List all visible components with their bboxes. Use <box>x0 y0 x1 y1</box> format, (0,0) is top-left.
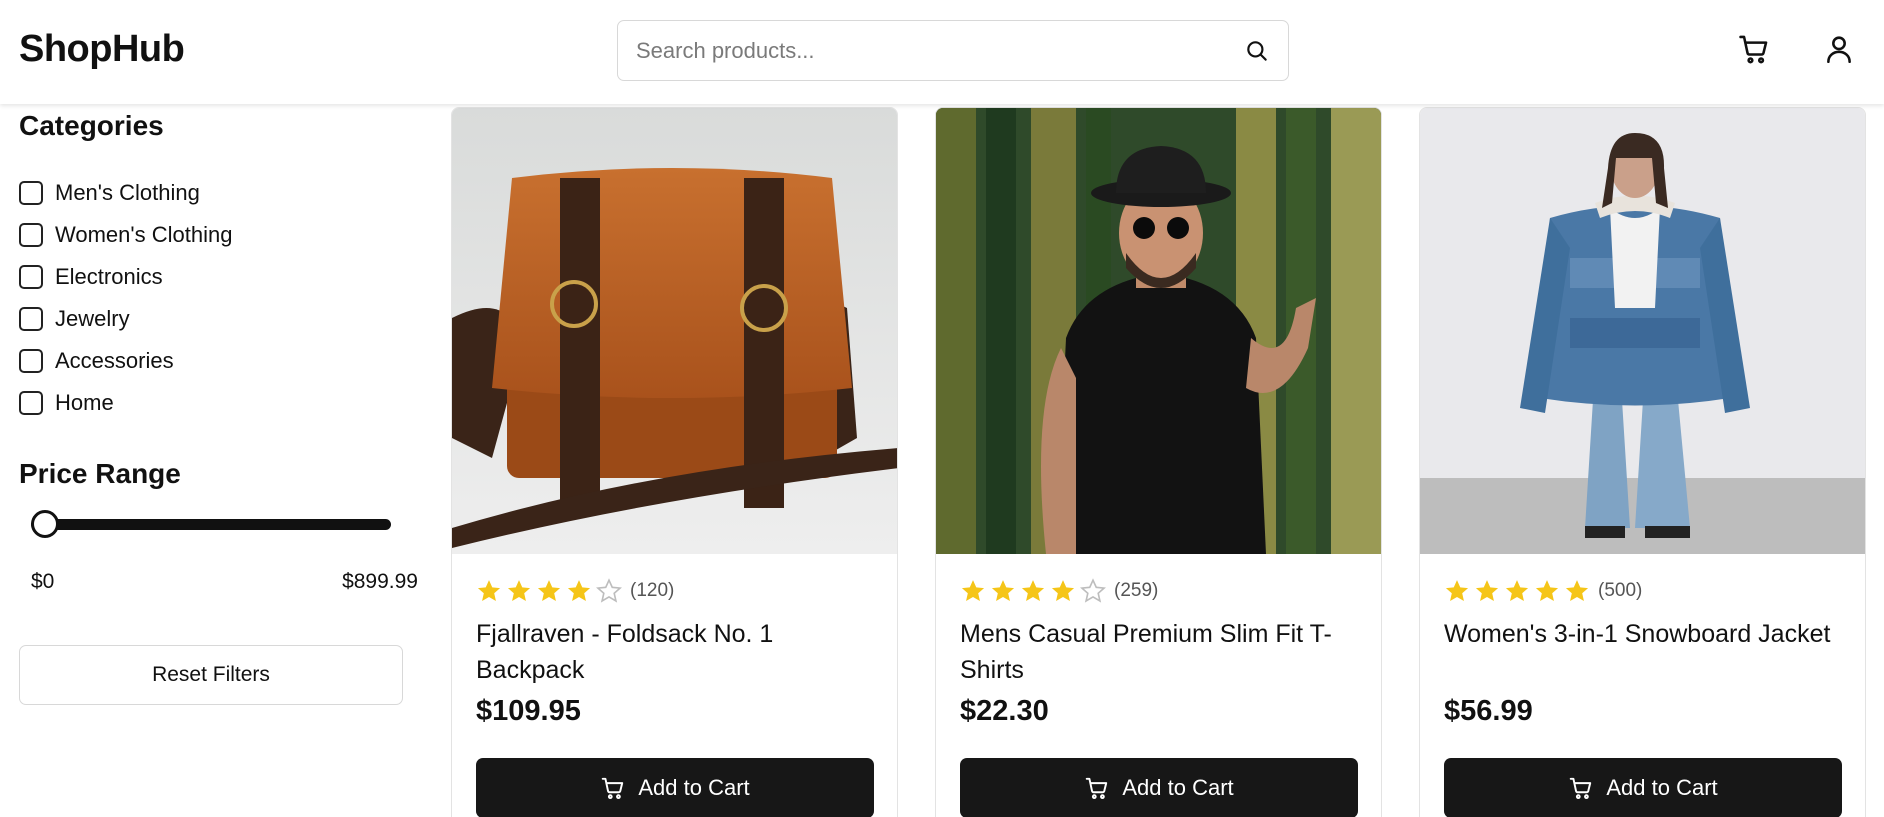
top-header: ShopHub <box>0 0 1884 104</box>
price-range-slider[interactable] <box>31 510 391 538</box>
category-label: Home <box>55 390 114 415</box>
category-electronics[interactable]: Electronics <box>19 256 232 298</box>
user-icon[interactable] <box>1822 32 1856 66</box>
star-empty-icon <box>596 578 622 603</box>
star-icon <box>1505 580 1529 601</box>
category-mens-clothing[interactable]: Men's Clothing <box>19 172 232 214</box>
product-card[interactable]: (259) Mens Casual Premium Slim Fit T-Shi… <box>935 107 1382 817</box>
star-icon <box>507 580 531 601</box>
product-price: $56.99 <box>1444 695 1533 727</box>
product-image[interactable] <box>1420 108 1865 554</box>
product-price: $22.30 <box>960 695 1049 727</box>
star-icon <box>1475 580 1499 601</box>
add-to-cart-label: Add to Cart <box>1122 775 1234 800</box>
cart-icon[interactable] <box>1737 32 1771 66</box>
categories-heading: Categories <box>19 110 164 141</box>
product-card[interactable]: (500) Women's 3-in-1 Snowboard Jacket $5… <box>1419 107 1866 817</box>
category-label: Electronics <box>55 264 163 289</box>
star-icon <box>991 580 1015 601</box>
star-icon <box>477 580 501 601</box>
cart-icon <box>602 777 624 800</box>
product-image[interactable] <box>936 108 1381 554</box>
star-icon <box>1535 580 1559 601</box>
add-to-cart-button[interactable]: Add to Cart <box>1444 758 1842 817</box>
add-to-cart-button[interactable]: Add to Cart <box>476 758 874 817</box>
category-checkbox[interactable] <box>19 391 43 415</box>
category-checkbox[interactable] <box>19 265 43 289</box>
category-jewelry[interactable]: Jewelry <box>19 298 232 340</box>
star-icon <box>1565 580 1589 601</box>
category-label: Jewelry <box>55 306 130 331</box>
cart-icon <box>1086 777 1108 800</box>
search-bar[interactable] <box>617 20 1289 81</box>
category-accessories[interactable]: Accessories <box>19 340 232 382</box>
search-icon[interactable] <box>1244 38 1270 64</box>
site-logo[interactable]: ShopHub <box>19 28 185 71</box>
product-title[interactable]: Fjallraven - Foldsack No. 1 Backpack <box>476 616 876 688</box>
product-rating: (120) <box>476 578 674 604</box>
category-checkbox[interactable] <box>19 223 43 247</box>
category-home[interactable]: Home <box>19 382 232 424</box>
product-price: $109.95 <box>476 695 581 727</box>
product-rating: (500) <box>1444 578 1642 604</box>
category-list: Men's Clothing Women's Clothing Electron… <box>19 172 232 424</box>
review-count: (259) <box>1114 580 1159 601</box>
category-checkbox[interactable] <box>19 307 43 331</box>
product-image[interactable] <box>452 108 897 554</box>
slider-thumb[interactable] <box>31 510 59 538</box>
star-empty-icon <box>1080 578 1106 603</box>
category-label: Men's Clothing <box>55 180 200 205</box>
price-range-heading: Price Range <box>19 458 181 489</box>
star-icon <box>961 580 985 601</box>
slider-track[interactable] <box>31 519 391 530</box>
add-to-cart-label: Add to Cart <box>638 775 750 800</box>
category-label: Accessories <box>55 348 174 373</box>
add-to-cart-label: Add to Cart <box>1606 775 1718 800</box>
star-icon <box>537 580 561 601</box>
product-rating: (259) <box>960 578 1158 604</box>
star-icon <box>1445 580 1469 601</box>
product-title[interactable]: Women's 3-in-1 Snowboard Jacket <box>1444 616 1844 652</box>
price-min-label: $0 <box>31 570 55 593</box>
category-checkbox[interactable] <box>19 349 43 373</box>
star-icon <box>1021 580 1045 601</box>
cart-icon <box>1570 777 1592 800</box>
reset-filters-button[interactable]: Reset Filters <box>19 645 403 705</box>
review-count: (500) <box>1598 580 1643 601</box>
product-card[interactable]: (120) Fjallraven - Foldsack No. 1 Backpa… <box>451 107 898 817</box>
product-title[interactable]: Mens Casual Premium Slim Fit T-Shirts <box>960 616 1360 688</box>
category-label: Women's Clothing <box>55 222 233 247</box>
star-icon <box>1051 580 1075 601</box>
category-womens-clothing[interactable]: Women's Clothing <box>19 214 232 256</box>
search-input[interactable] <box>618 21 1218 80</box>
category-checkbox[interactable] <box>19 181 43 205</box>
add-to-cart-button[interactable]: Add to Cart <box>960 758 1358 817</box>
price-max-label: $899.99 <box>342 570 418 593</box>
star-icon <box>567 580 591 601</box>
review-count: (120) <box>630 580 675 601</box>
